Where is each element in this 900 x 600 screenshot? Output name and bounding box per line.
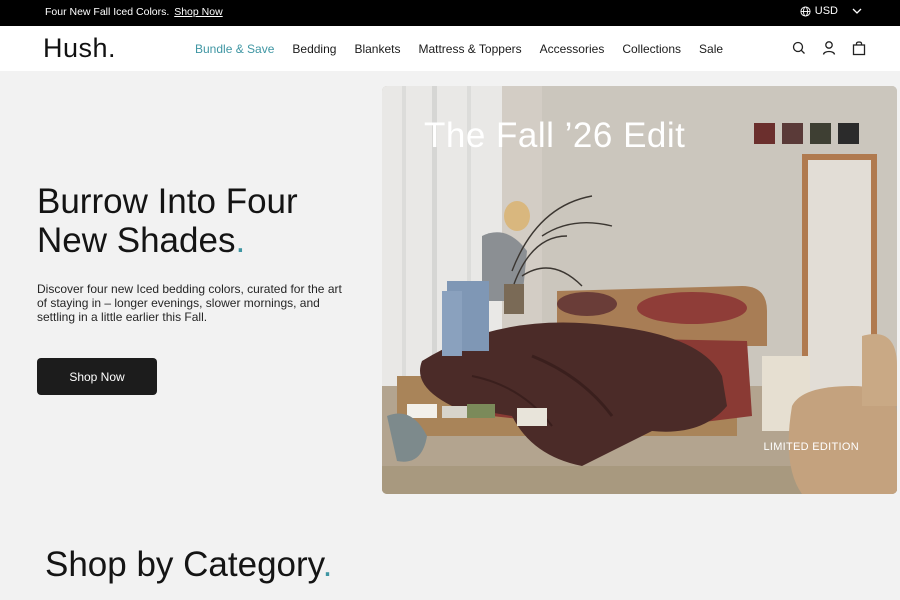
nav-item-collections[interactable]: Collections bbox=[622, 42, 681, 56]
swatch-2[interactable] bbox=[782, 123, 803, 144]
header-icons bbox=[776, 40, 866, 56]
limited-edition-badge: LIMITED EDITION bbox=[763, 441, 859, 453]
nav-item-bundle-save[interactable]: Bundle & Save bbox=[195, 42, 274, 56]
nav-item-blankets[interactable]: Blankets bbox=[354, 42, 400, 56]
logo-text: Hush bbox=[43, 33, 109, 63]
shop-now-button[interactable]: Shop Now bbox=[37, 358, 157, 395]
logo[interactable]: Hush. bbox=[43, 33, 116, 64]
swatch-1[interactable] bbox=[754, 123, 775, 144]
hero-description: Discover four new Iced bedding colors, c… bbox=[37, 282, 342, 324]
announcement-text-wrap: Four New Fall Iced Colors. Shop Now bbox=[45, 6, 223, 18]
hero-image[interactable]: The Fall ’26 Edit LIMITED EDITION bbox=[382, 86, 897, 494]
search-icon[interactable] bbox=[792, 40, 806, 56]
hero-title-dot: . bbox=[235, 221, 246, 260]
nav-item-bedding[interactable]: Bedding bbox=[292, 42, 336, 56]
currency-label: USD bbox=[814, 5, 838, 17]
announcement-shop-now-link[interactable]: Shop Now bbox=[174, 6, 222, 18]
hero-title: Burrow Into Four New Shades. bbox=[37, 182, 367, 260]
shop-by-category-title: Shop by Category. bbox=[45, 545, 332, 585]
chevron-down-icon bbox=[852, 8, 862, 14]
site-header: Hush. Bundle & Save Bedding Blankets Mat… bbox=[0, 26, 900, 71]
category-title-text: Shop by Category bbox=[45, 545, 323, 584]
hero-title-line2: New Shades bbox=[37, 221, 236, 260]
edit-title: The Fall ’26 Edit bbox=[424, 116, 686, 155]
hero-title-line1: Burrow Into Four bbox=[37, 182, 298, 221]
account-icon[interactable] bbox=[822, 40, 836, 56]
nav-item-accessories[interactable]: Accessories bbox=[540, 42, 605, 56]
announcement-text: Four New Fall Iced Colors. bbox=[45, 6, 170, 18]
swatch-4[interactable] bbox=[838, 123, 859, 144]
nav-item-sale[interactable]: Sale bbox=[699, 42, 723, 56]
nav-item-mattress-toppers[interactable]: Mattress & Toppers bbox=[418, 42, 521, 56]
globe-icon bbox=[800, 5, 811, 17]
logo-dot: . bbox=[108, 33, 117, 63]
main-nav: Bundle & Save Bedding Blankets Mattress … bbox=[195, 42, 741, 56]
swatch-3[interactable] bbox=[810, 123, 831, 144]
announcement-bar: Four New Fall Iced Colors. Shop Now USD bbox=[0, 0, 900, 26]
currency-selector[interactable]: USD bbox=[800, 5, 862, 17]
bag-icon[interactable] bbox=[852, 40, 866, 56]
color-swatches bbox=[747, 123, 859, 144]
category-title-dot: . bbox=[322, 545, 333, 584]
